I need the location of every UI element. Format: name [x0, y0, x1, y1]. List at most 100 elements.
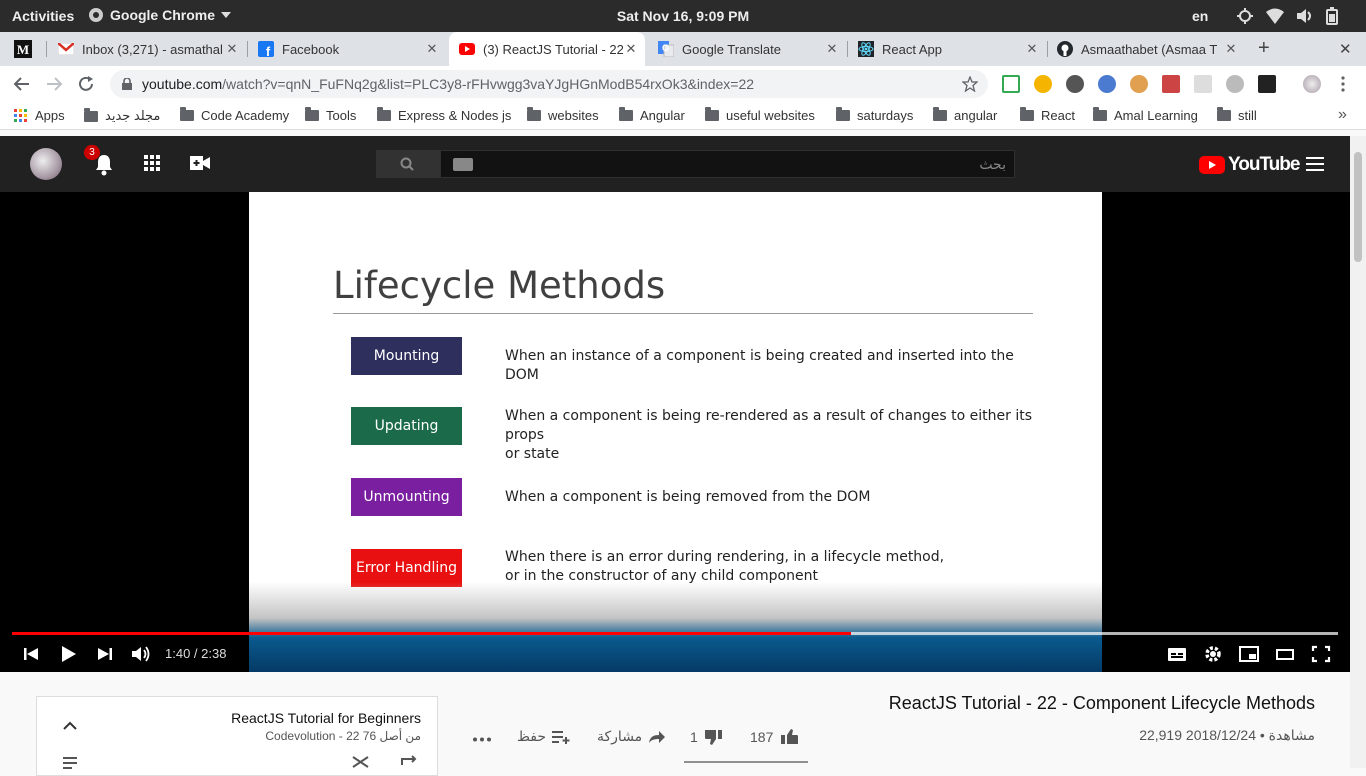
bookmark-folder[interactable]: Express & Nodes js	[377, 107, 511, 123]
tree-extension-icon[interactable]	[1226, 75, 1244, 93]
grid-extension-icon[interactable]	[1194, 75, 1212, 93]
clock[interactable]: Sat Nov 16, 9:09 PM	[0, 8, 1366, 24]
svg-text:G: G	[662, 43, 669, 53]
bookmark-label: angular	[954, 108, 998, 123]
reload-icon[interactable]	[76, 74, 96, 94]
bookmark-folder[interactable]: React	[1020, 107, 1075, 123]
address-bar[interactable]: youtube.com/watch?v=qnN_FuFNq2g&list=PLC…	[110, 70, 988, 98]
bookmark-folder[interactable]: Angular	[619, 107, 685, 123]
more-horiz-icon[interactable]	[472, 737, 492, 742]
account-avatar[interactable]	[30, 148, 62, 180]
tab-close-button[interactable]: ✕	[824, 41, 840, 57]
tab-close-button[interactable]: ✕	[424, 41, 440, 57]
tab-youtube-active[interactable]: (3) ReactJS Tutorial - 22 ✕	[449, 32, 645, 66]
system-tray[interactable]	[1236, 7, 1338, 25]
tab-google-translate[interactable]: G Google Translate ✕	[658, 32, 846, 66]
dislike-button[interactable]: 1	[690, 728, 724, 746]
tab-close-button[interactable]: ✕	[1223, 41, 1239, 57]
description-line: When an instance of a component is being…	[505, 348, 1014, 383]
bookmark-folder[interactable]: useful websites	[705, 107, 815, 123]
tab-gmail[interactable]: Inbox (3,271) - asmathal ✕	[58, 32, 246, 66]
google-translate-icon: G	[658, 41, 674, 57]
tab-github[interactable]: Asmaathabet (Asmaa T ✕	[1057, 32, 1245, 66]
window-close-button[interactable]: ✕	[1339, 40, 1352, 58]
forward-arrow-icon[interactable]	[44, 74, 64, 94]
share-button[interactable]: مشاركة	[597, 728, 666, 745]
seek-bar[interactable]	[12, 632, 1338, 635]
bookmark-folder[interactable]: angular	[933, 107, 998, 123]
slide-title: Lifecycle Methods	[333, 264, 666, 307]
ae-extension-icon[interactable]	[1258, 75, 1276, 93]
eyedropper-extension-icon[interactable]	[1162, 75, 1180, 93]
sheets-extension-icon[interactable]	[1002, 75, 1020, 93]
keyboard-icon[interactable]	[453, 158, 473, 171]
fullscreen-icon[interactable]	[1310, 644, 1332, 664]
language-indicator[interactable]: en	[1192, 8, 1208, 24]
save-button[interactable]: حفظ	[517, 728, 570, 745]
hamburger-menu-icon[interactable]	[1306, 157, 1324, 171]
folder-icon	[836, 107, 850, 121]
miniplayer-icon[interactable]	[1238, 644, 1260, 664]
wordpress-extension-icon[interactable]	[1066, 75, 1084, 93]
bookmark-folder[interactable]: still	[1217, 107, 1257, 123]
search-button[interactable]	[376, 150, 440, 178]
bookmark-folder[interactable]: saturdays	[836, 107, 913, 123]
pinned-tab-medium[interactable]: M	[14, 32, 44, 66]
phase-description: When a component is being re-rendered as…	[505, 407, 1045, 464]
page-scrollbar[interactable]	[1350, 136, 1366, 768]
bookmark-label: Angular	[640, 108, 685, 123]
navigation-toolbar: youtube.com/watch?v=qnN_FuFNq2g&list=PLC…	[0, 66, 1366, 102]
folder-icon	[1093, 107, 1107, 121]
bookmark-folder[interactable]: Code Academy	[180, 107, 289, 123]
like-button[interactable]: 187	[750, 728, 799, 746]
tab-close-button[interactable]: ✕	[1024, 41, 1040, 57]
tab-close-button[interactable]: ✕	[224, 41, 240, 57]
loop-icon[interactable]	[400, 755, 418, 769]
create-video-icon[interactable]	[190, 156, 210, 170]
tab-close-button[interactable]: ✕	[623, 41, 639, 57]
subtitles-icon[interactable]	[1166, 644, 1188, 664]
chevron-up-icon[interactable]	[63, 721, 77, 730]
next-video-icon[interactable]	[94, 644, 116, 664]
video-player[interactable]: Lifecycle Methods Mounting When an insta…	[0, 192, 1350, 672]
bookmark-folder[interactable]: مجلد جديد	[84, 107, 160, 124]
tab-title: (3) ReactJS Tutorial - 22	[483, 41, 623, 57]
tab-separator	[46, 41, 47, 57]
folder-icon	[527, 107, 541, 121]
playlist-title[interactable]: ReactJS Tutorial for Beginners	[231, 710, 421, 726]
phase-unmounting: Unmounting	[351, 478, 462, 516]
search-input[interactable]: بحث	[440, 150, 1015, 178]
like-count: 187	[750, 729, 774, 745]
search-placeholder: بحث	[979, 156, 1006, 172]
tab-separator	[847, 41, 848, 57]
tab-react-app[interactable]: React App ✕	[858, 32, 1046, 66]
bookmark-folder[interactable]: websites	[527, 107, 599, 123]
gear-extension-icon[interactable]	[1034, 75, 1052, 93]
folder-icon	[1020, 107, 1034, 121]
bookmark-folder[interactable]: Amal Learning	[1093, 107, 1198, 123]
shuffle-icon[interactable]	[352, 755, 370, 769]
bookmark-folder[interactable]: Tools	[305, 107, 356, 123]
previous-video-icon[interactable]	[20, 644, 42, 664]
volume-icon[interactable]	[130, 644, 152, 664]
scrollbar-thumb[interactable]	[1354, 152, 1362, 262]
bookmarks-overflow-button[interactable]: »	[1338, 106, 1347, 124]
more-vert-icon[interactable]	[1340, 76, 1346, 92]
bookmark-apps[interactable]: Apps	[14, 108, 65, 123]
youtube-logo[interactable]: YouTube	[1199, 154, 1300, 176]
back-arrow-icon[interactable]	[12, 74, 32, 94]
bookmark-star-icon[interactable]	[962, 76, 978, 92]
new-tab-button[interactable]: +	[1258, 37, 1270, 60]
lock-icon[interactable]	[122, 78, 132, 90]
settings-gear-icon[interactable]	[1202, 644, 1224, 664]
play-icon[interactable]	[57, 644, 79, 664]
playlist-add-icon[interactable]	[63, 757, 83, 769]
playlist-panel[interactable]: ReactJS Tutorial for Beginners Codevolut…	[36, 696, 438, 776]
theater-mode-icon[interactable]	[1274, 644, 1296, 664]
profile-avatar[interactable]	[1303, 75, 1321, 93]
info-extension-icon[interactable]	[1098, 75, 1116, 93]
owl-extension-icon[interactable]	[1130, 75, 1148, 93]
system-top-bar: Activities Google Chrome Sat Nov 16, 9:0…	[0, 0, 1366, 32]
tab-facebook[interactable]: f Facebook ✕	[258, 32, 446, 66]
apps-grid-icon[interactable]	[144, 155, 160, 171]
